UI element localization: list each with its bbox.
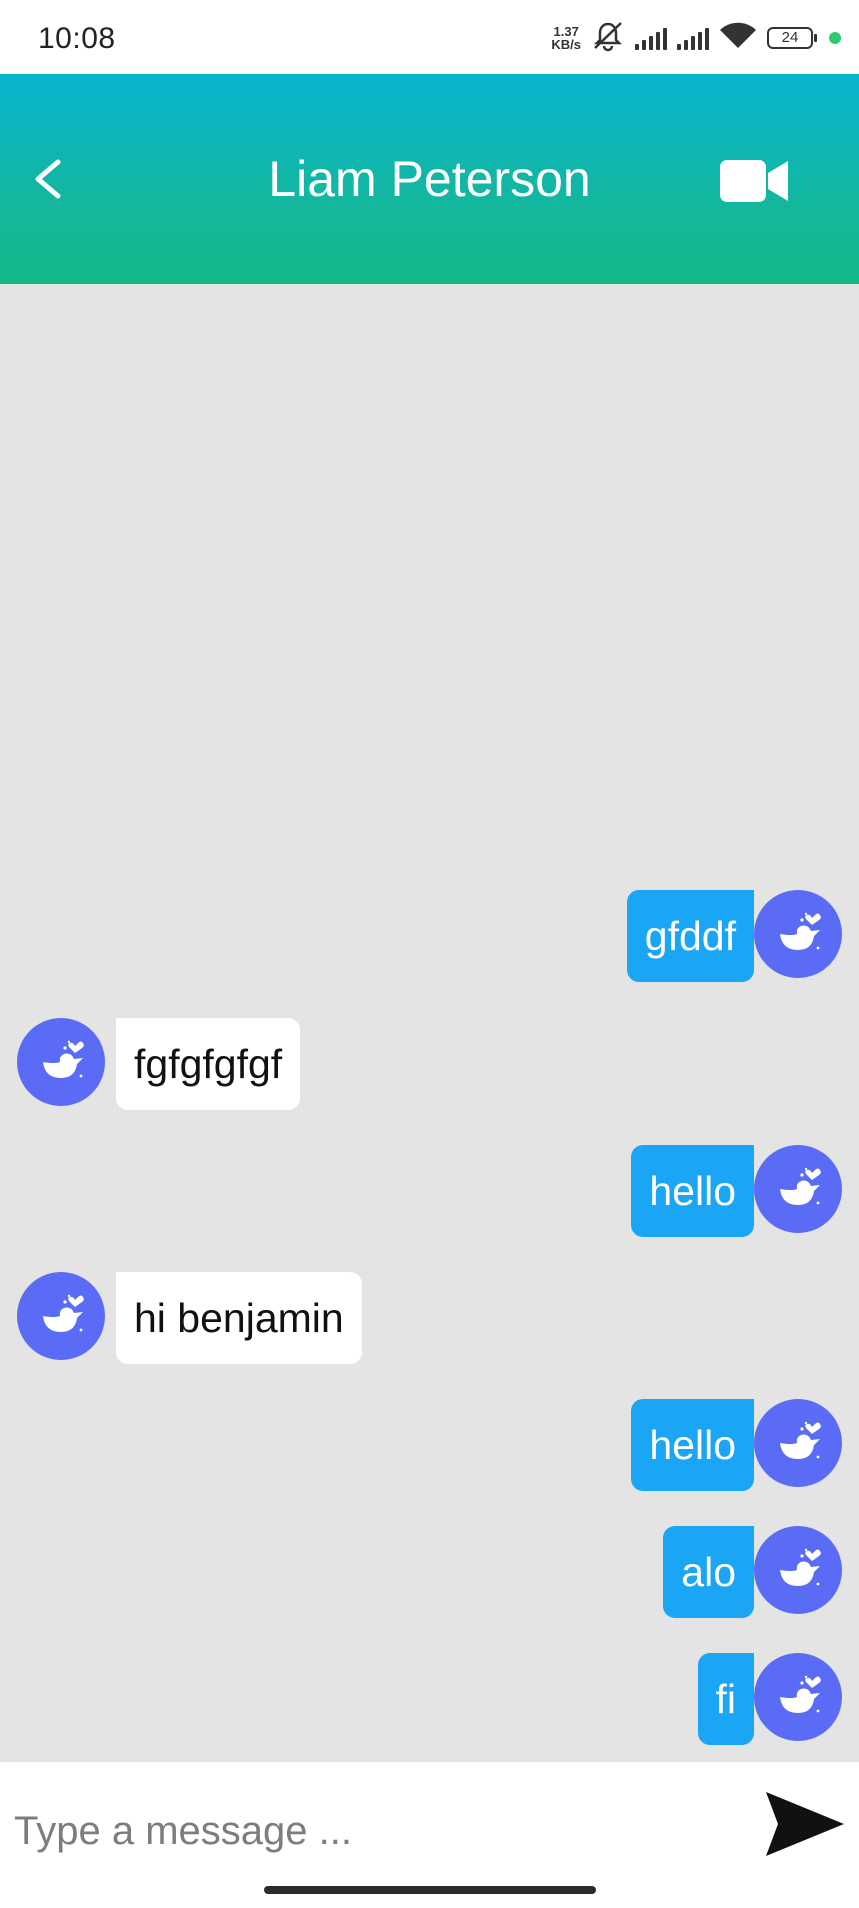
message-row: hello <box>0 1399 859 1493</box>
outgoing-message-bubble[interactable]: fi <box>697 1653 754 1745</box>
avatar-bird-icon <box>780 912 821 950</box>
send-icon <box>766 1792 844 1856</box>
message-row: fgfgfgfgf <box>0 1018 859 1112</box>
outgoing-message-bubble[interactable]: alo <box>663 1526 754 1618</box>
signal-icon-1 <box>635 26 667 50</box>
chat-header: Liam Peterson <box>0 74 859 284</box>
home-indicator[interactable] <box>264 1886 596 1894</box>
avatar-bird-icon <box>780 1421 821 1459</box>
avatar-bird-icon <box>780 1548 821 1586</box>
message-row: hello <box>0 1145 859 1239</box>
send-button[interactable] <box>764 1786 846 1862</box>
avatar[interactable] <box>754 890 842 978</box>
video-call-button[interactable] <box>718 156 790 206</box>
network-speed: 1.37 KB/s <box>551 24 581 52</box>
status-icons: 1.37 KB/s 24 <box>551 18 841 58</box>
status-bar: 10:08 1.37 KB/s 24 <box>0 0 859 74</box>
avatar[interactable] <box>754 1145 842 1233</box>
outgoing-message-bubble[interactable]: hello <box>631 1145 754 1237</box>
incoming-message-bubble[interactable]: hi benjamin <box>116 1272 362 1364</box>
wifi-icon <box>719 22 757 55</box>
battery-icon: 24 <box>767 27 817 49</box>
video-camera-icon <box>720 160 788 202</box>
message-input[interactable] <box>12 1790 716 1872</box>
status-time: 10:08 <box>38 22 116 55</box>
avatar-bird-icon <box>780 1167 821 1205</box>
message-list[interactable]: gfddf fgfgfgfgf hello hi benjamin hello … <box>0 284 859 1762</box>
avatar[interactable] <box>754 1653 842 1741</box>
privacy-indicator-dot <box>829 32 841 44</box>
outgoing-message-bubble[interactable]: hello <box>631 1399 754 1491</box>
avatar[interactable] <box>17 1272 105 1360</box>
avatar-bird-icon <box>780 1675 821 1713</box>
avatar[interactable] <box>17 1018 105 1106</box>
incoming-message-bubble[interactable]: fgfgfgfgf <box>116 1018 301 1110</box>
message-row: fi <box>0 1653 859 1747</box>
outgoing-message-bubble[interactable]: gfddf <box>626 890 754 982</box>
message-row: gfddf <box>0 890 859 984</box>
avatar-bird-icon <box>43 1040 84 1078</box>
avatar[interactable] <box>754 1526 842 1614</box>
bell-muted-icon <box>591 20 625 57</box>
signal-icon-2 <box>677 26 709 50</box>
avatar[interactable] <box>754 1399 842 1487</box>
message-row: alo <box>0 1526 859 1620</box>
message-row: hi benjamin <box>0 1272 859 1366</box>
avatar-bird-icon <box>43 1294 84 1332</box>
